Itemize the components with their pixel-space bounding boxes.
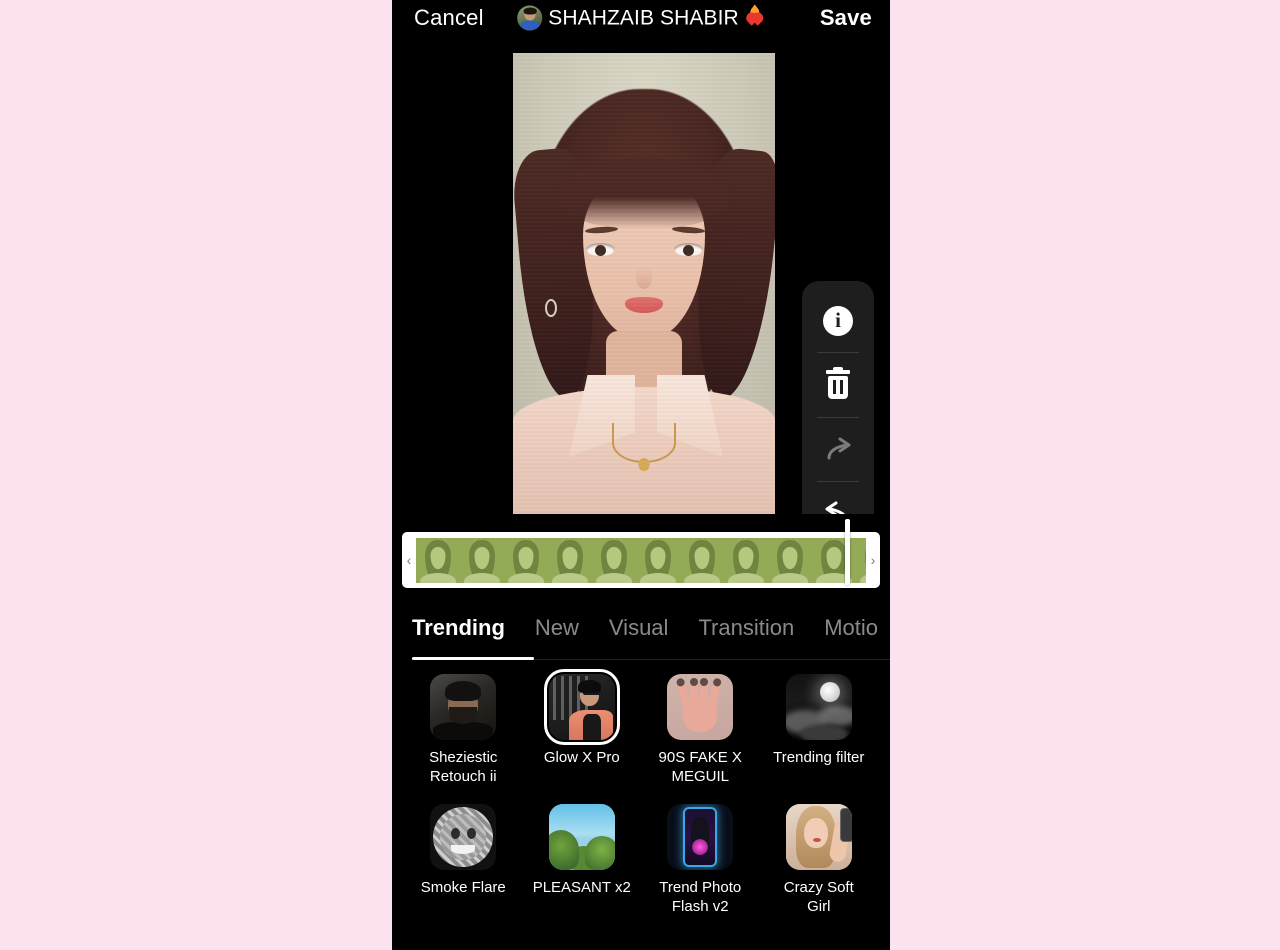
timeline-frame <box>768 537 812 583</box>
filter-item-smoke-flare[interactable]: Smoke Flare <box>406 804 521 934</box>
timeline-prev-chevron-icon[interactable]: ‹ <box>402 553 416 567</box>
header-title-group: SHAHZAIB SHABIR <box>517 4 766 31</box>
tab-transition[interactable]: Transition <box>698 615 794 643</box>
delete-button[interactable] <box>802 353 874 416</box>
tab-new[interactable]: New <box>535 615 579 643</box>
filter-thumbnail[interactable] <box>548 804 615 870</box>
trash-icon <box>824 366 852 400</box>
timeline-frame <box>548 537 592 583</box>
filter-thumbnail[interactable] <box>430 674 497 740</box>
page-root: Cancel SHAHZAIB SHABIR Save i ‹ › Trendi… <box>0 0 1280 950</box>
page-title: SHAHZAIB SHABIR <box>548 6 739 29</box>
filter-item-glow-x-pro[interactable]: Glow X Pro <box>525 669 640 804</box>
timeline-next-chevron-icon[interactable]: › <box>866 553 880 567</box>
filter-thumbnail-selected[interactable] <box>543 669 620 745</box>
info-button[interactable]: i <box>802 289 874 352</box>
phone-screen: Cancel SHAHZAIB SHABIR Save i ‹ › Trendi… <box>392 0 890 950</box>
preview-stage: i <box>392 36 890 553</box>
filter-label: Crazy Soft Girl <box>783 879 854 915</box>
timeline-frame <box>592 537 636 583</box>
filter-label: 90S FAKE X MEGUIL <box>658 749 742 785</box>
filter-thumbnail[interactable] <box>430 804 497 870</box>
tab-trending[interactable]: Trending <box>412 615 505 643</box>
filter-thumbnail[interactable] <box>667 804 734 870</box>
timeline-frame <box>460 537 504 583</box>
filter-label: PLEASANT x2 <box>532 879 631 896</box>
tab-motion[interactable]: Motio <box>824 615 878 643</box>
avatar[interactable] <box>517 5 543 31</box>
top-bar: Cancel SHAHZAIB SHABIR Save <box>392 0 890 36</box>
filter-item-90s-fake-x-meguil[interactable]: 90S FAKE X MEGUIL <box>643 674 758 804</box>
timeline-frame <box>636 537 680 583</box>
timeline-frame <box>504 537 548 583</box>
cancel-button[interactable]: Cancel <box>414 5 484 31</box>
timeline-playhead[interactable] <box>845 519 850 585</box>
filter-label: Sheziestic Retouch ii <box>429 749 498 785</box>
filter-label: Trending filter <box>773 749 865 766</box>
filter-thumbnail[interactable] <box>785 674 852 740</box>
filter-item-pleasant-x2[interactable]: PLEASANT x2 <box>525 804 640 934</box>
side-toolbar: i <box>802 281 874 553</box>
timeline-area: ‹ › <box>392 514 890 598</box>
filter-thumbnail[interactable] <box>667 674 734 740</box>
active-tab-indicator <box>412 657 534 660</box>
filter-item-trend-photo-flash-v2[interactable]: Trend Photo Flash v2 <box>643 804 758 934</box>
filter-item-crazy-soft-girl[interactable]: Crazy Soft Girl <box>762 804 877 934</box>
save-button[interactable]: Save <box>820 5 872 31</box>
filter-thumbnail[interactable] <box>785 804 852 870</box>
filter-item-trending-filter[interactable]: Trending filter <box>762 674 877 804</box>
timeline-frame <box>680 537 724 583</box>
timeline-frames[interactable] <box>416 537 866 583</box>
timeline-frame <box>724 537 768 583</box>
filter-label: Trend Photo Flash v2 <box>659 879 742 915</box>
timeline-frame <box>856 537 866 583</box>
filter-label: Smoke Flare <box>420 879 506 896</box>
info-icon: i <box>823 305 853 336</box>
tab-visual[interactable]: Visual <box>609 615 669 643</box>
redo-button[interactable] <box>802 418 874 481</box>
filter-label: Glow X Pro <box>543 749 620 766</box>
timeline-frame <box>416 537 460 583</box>
heart-on-fire-icon <box>743 4 766 29</box>
filter-item-sheziestic-retouch-ii[interactable]: Sheziestic Retouch ii <box>406 674 521 804</box>
redo-icon <box>822 435 854 463</box>
video-preview[interactable] <box>513 53 775 515</box>
filter-grid: Sheziestic Retouch ii Glow X Pro 90S FAK… <box>392 660 890 950</box>
timeline-track[interactable]: ‹ › <box>402 532 880 588</box>
category-tabs: Trending New Visual Transition Motio <box>392 598 890 660</box>
